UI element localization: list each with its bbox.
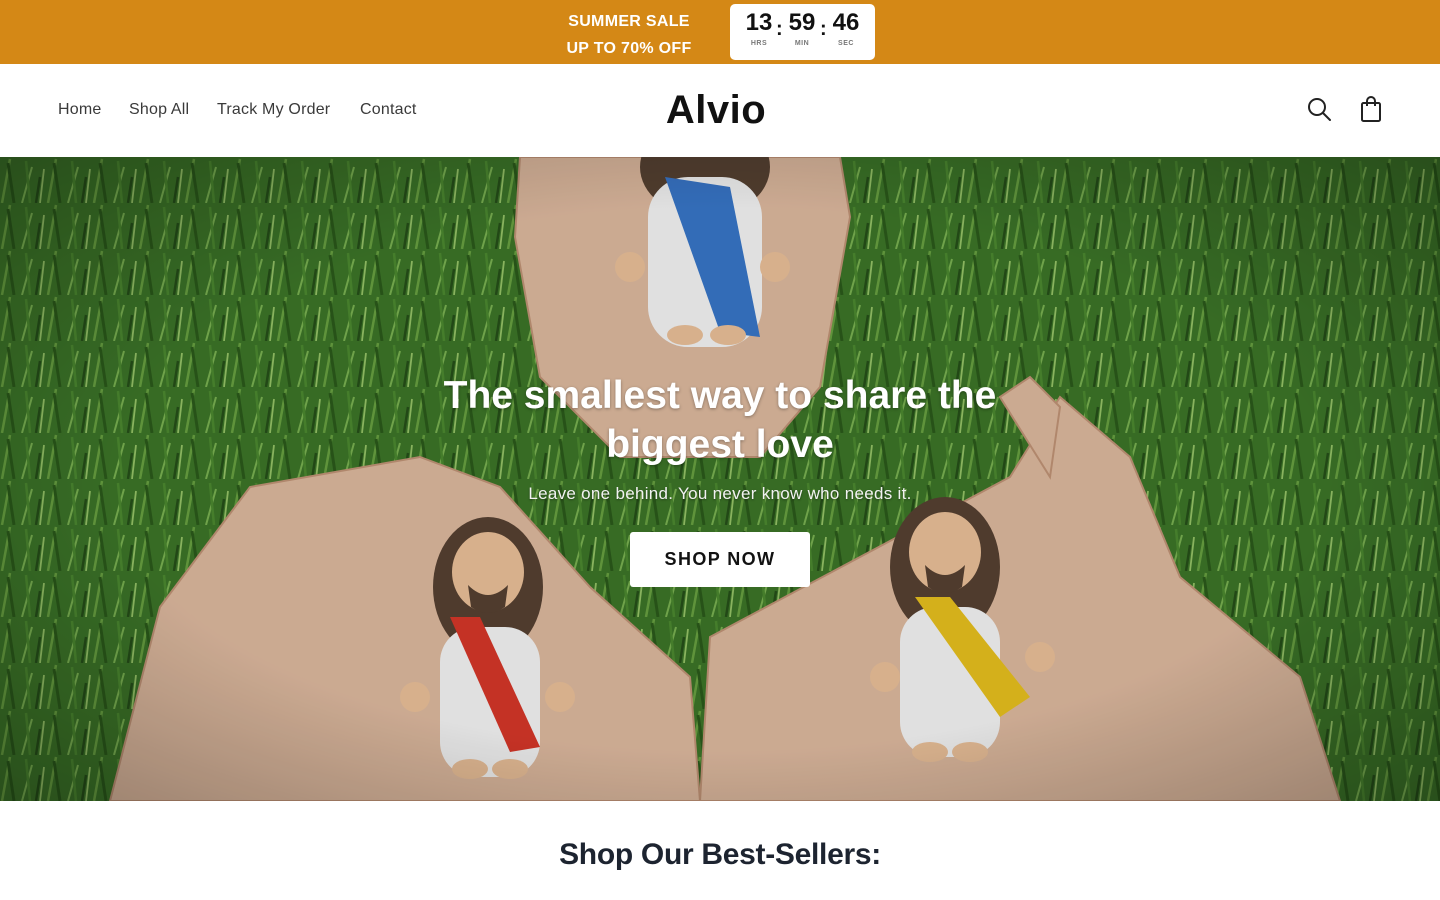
countdown-minutes: 59 MIN bbox=[782, 9, 822, 49]
hero-image bbox=[0, 157, 1440, 801]
shop-now-button[interactable]: SHOP NOW bbox=[630, 532, 810, 587]
countdown-seconds-label: SEC bbox=[838, 40, 854, 47]
nav-shop-all[interactable]: Shop All bbox=[129, 100, 189, 120]
hero-title-line2: biggest love bbox=[606, 423, 834, 466]
site-header: Home Shop All Track My Order Contact Alv… bbox=[0, 64, 1440, 157]
sale-title: SUMMER SALE bbox=[568, 13, 690, 30]
best-sellers-heading: Shop Our Best-Sellers: bbox=[559, 838, 881, 871]
sale-discount: UP TO 70% OFF bbox=[566, 40, 692, 57]
countdown-hours-value: 13 bbox=[745, 9, 773, 36]
countdown-timer: 13 HRS : 59 MIN : 46 SEC bbox=[730, 4, 875, 60]
search-icon[interactable] bbox=[1305, 94, 1333, 124]
hero-title-line1: The smallest way to share the bbox=[443, 374, 997, 417]
site-logo[interactable]: Alvio bbox=[620, 88, 812, 132]
nav-home[interactable]: Home bbox=[58, 100, 101, 120]
hero-banner: The smallest way to share the biggest lo… bbox=[0, 157, 1440, 801]
countdown-hours: 13 HRS bbox=[739, 9, 779, 49]
countdown-seconds: 46 SEC bbox=[826, 9, 866, 49]
sale-banner-text: SUMMER SALE UP TO 70% OFF bbox=[549, 8, 709, 62]
countdown-minutes-value: 59 bbox=[788, 9, 816, 36]
nav-track-my-order[interactable]: Track My Order bbox=[217, 100, 330, 120]
countdown-hours-label: HRS bbox=[750, 40, 768, 47]
shopping-bag-icon[interactable] bbox=[1357, 94, 1385, 124]
countdown-minutes-label: MIN bbox=[794, 40, 810, 47]
hero-subtitle: Leave one behind. You never know who nee… bbox=[528, 484, 912, 503]
countdown-seconds-value: 46 bbox=[832, 9, 860, 36]
nav-contact[interactable]: Contact bbox=[360, 100, 417, 120]
hero-title: The smallest way to share the biggest lo… bbox=[380, 371, 1060, 469]
announcement-bar: SUMMER SALE UP TO 70% OFF 13 HRS : 59 MI… bbox=[0, 0, 1440, 64]
